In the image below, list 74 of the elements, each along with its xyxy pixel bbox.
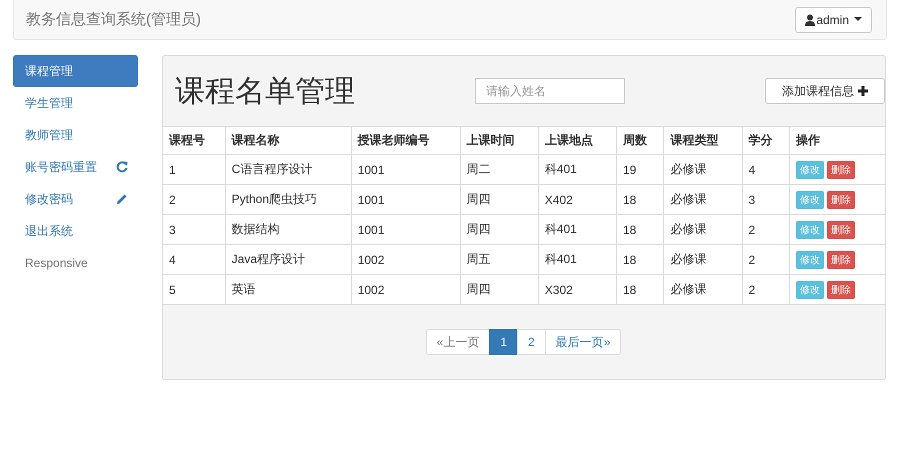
table-cell: 必修课 xyxy=(664,214,742,244)
table-cell: 必修课 xyxy=(664,184,742,214)
table-cell: 18 xyxy=(616,184,664,214)
table-cell: 科401 xyxy=(538,154,616,184)
table-cell: 科401 xyxy=(538,244,616,274)
refresh-icon xyxy=(116,161,128,173)
column-header: 课程号 xyxy=(163,126,226,154)
table-cell: 必修课 xyxy=(664,244,742,274)
table-cell: 2 xyxy=(742,274,790,304)
table-cell: 数据结构 xyxy=(225,214,352,244)
sidebar-item[interactable]: 账号密码重置 xyxy=(13,151,138,183)
table-cell: 周四 xyxy=(460,274,538,304)
table-cell: 3 xyxy=(742,184,790,214)
table-cell: 4 xyxy=(742,154,790,184)
table-cell: 必修课 xyxy=(664,154,742,184)
table-cell: 1 xyxy=(163,154,226,184)
column-header: 周数 xyxy=(616,126,664,154)
page-link[interactable]: 1 xyxy=(489,329,518,355)
table-cell: X302 xyxy=(538,274,616,304)
table-cell: 1002 xyxy=(351,244,460,274)
table-cell: 1001 xyxy=(351,184,460,214)
table-cell: 周四 xyxy=(460,214,538,244)
delete-button[interactable]: 删除 xyxy=(826,250,855,268)
delete-button[interactable]: 删除 xyxy=(826,190,855,208)
table-cell: 英语 xyxy=(225,274,352,304)
pencil-icon xyxy=(116,193,128,205)
column-header: 操作 xyxy=(789,126,885,154)
table-cell: C语言程序设计 xyxy=(225,154,352,184)
caret-icon xyxy=(854,17,862,22)
sidebar-item[interactable]: 学生管理 xyxy=(13,87,138,119)
search-field[interactable]: 请输入姓名 xyxy=(475,78,625,104)
column-header: 授课老师编号 xyxy=(351,126,460,154)
page-link[interactable]: 2 xyxy=(517,329,546,355)
app-title: 教务信息查询系统(管理员) xyxy=(26,10,201,29)
table-cell: 周五 xyxy=(460,244,538,274)
column-header: 上课地点 xyxy=(538,126,616,154)
table-cell: 周二 xyxy=(460,154,538,184)
page-link[interactable]: 最后一页» xyxy=(544,329,622,355)
table-cell: 5 xyxy=(163,274,226,304)
plus-icon xyxy=(858,86,868,96)
table-cell: 周四 xyxy=(460,184,538,214)
sidebar-heading: Responsive xyxy=(24,255,89,272)
table-cell: Python爬虫技巧 xyxy=(225,184,352,214)
sidebar-item[interactable]: 教师管理 xyxy=(13,119,138,151)
table-cell: 科401 xyxy=(538,214,616,244)
user-icon xyxy=(805,14,816,26)
sidebar-item[interactable]: 退出系统 xyxy=(13,215,138,247)
user-menu-button[interactable]: admin xyxy=(795,6,872,32)
table-cell: 2 xyxy=(163,184,226,214)
page-title: 课程名单管理 xyxy=(175,74,356,110)
sidebar-item[interactable]: 课程管理 xyxy=(13,55,138,87)
sidebar-item[interactable]: 修改密码 xyxy=(13,183,138,215)
table-cell: 18 xyxy=(616,244,664,274)
table-cell: 19 xyxy=(616,154,664,184)
table-cell: X402 xyxy=(538,184,616,214)
table-cell: 1001 xyxy=(351,214,460,244)
column-header: 课程名称 xyxy=(225,126,352,154)
delete-button[interactable]: 删除 xyxy=(826,280,855,298)
table-cell: 18 xyxy=(616,214,664,244)
table-cell: Java程序设计 xyxy=(225,244,352,274)
table-cell: 1001 xyxy=(351,154,460,184)
table-cell: 18 xyxy=(616,274,664,304)
table-cell: 2 xyxy=(742,214,790,244)
table-cell: 4 xyxy=(163,244,226,274)
table-cell: 1002 xyxy=(351,274,460,304)
column-header: 上课时间 xyxy=(460,126,538,154)
table-cell: 3 xyxy=(163,214,226,244)
add-course-button[interactable]: 添加课程信息 xyxy=(765,78,885,104)
delete-button[interactable]: 删除 xyxy=(826,160,855,178)
column-header: 学分 xyxy=(742,126,790,154)
column-header: 课程类型 xyxy=(664,126,742,154)
delete-button[interactable]: 删除 xyxy=(826,220,855,238)
table-cell: 2 xyxy=(742,244,790,274)
table-cell: 必修课 xyxy=(664,274,742,304)
